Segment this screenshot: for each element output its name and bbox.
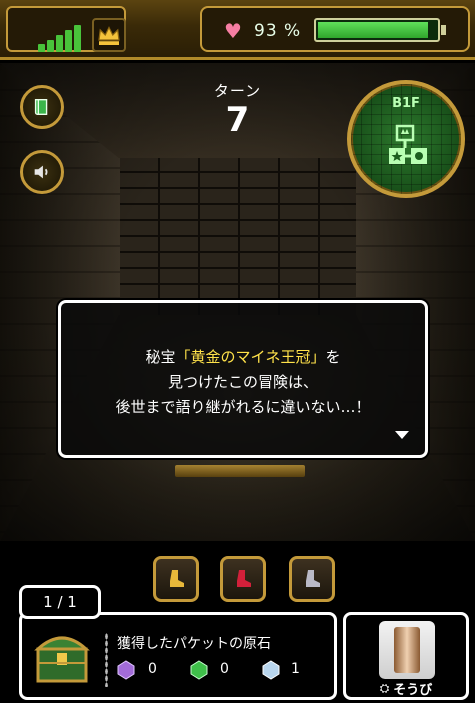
red-boot-icon <box>237 570 251 587</box>
green-gem-count: 0 <box>220 661 229 677</box>
equip-button[interactable]: ⛭ そうび <box>343 612 469 700</box>
hp-bar-fill <box>318 22 428 38</box>
floor-label: B1F <box>392 96 420 111</box>
signal-icon <box>38 24 84 52</box>
treasure-counter: 1 / 1 <box>19 585 101 619</box>
heart-icon: ♥ <box>224 19 242 43</box>
equipment-card <box>379 621 435 679</box>
item-slot-silver[interactable] <box>289 556 335 602</box>
loot-title: 獲得したパケットの原石 <box>117 636 271 652</box>
gold-boot-icon <box>170 570 184 587</box>
speaker-icon <box>34 165 48 179</box>
dialogue-line-2: 見つけたこの冒険は、 <box>167 373 318 391</box>
green-gem-icon <box>190 660 208 680</box>
sound-button[interactable] <box>20 150 64 194</box>
blue-gem-icon <box>262 660 280 680</box>
minimap[interactable]: B1F <box>347 80 465 198</box>
treasure-chest-icon <box>34 636 90 683</box>
map-rooms-icon <box>389 124 427 164</box>
purple-gem-count: 0 <box>148 661 157 677</box>
dialogue-line-1: 秘宝「黄金のマイネ王冠」を <box>145 348 341 366</box>
hp-bar <box>314 18 446 42</box>
dialogue-box[interactable]: 秘宝「黄金のマイネ王冠」を 見つけたこの冒険は、 後世まで語り継がれるに違いない… <box>58 300 428 458</box>
hp-panel: ♥ 93 % <box>200 6 470 52</box>
signal-panel <box>6 6 126 52</box>
top-status-bar: ♥ 93 % <box>0 0 475 60</box>
item-slot-gold[interactable] <box>153 556 199 602</box>
dialogue-line-3: 後世まで語り継がれるに違いない…！ <box>115 398 371 416</box>
treasure-name: 「黄金のマイネ王冠」 <box>175 348 326 366</box>
hp-percent-text: 93 % <box>254 21 302 41</box>
crown-icon <box>98 26 120 45</box>
crown-button[interactable] <box>92 18 126 52</box>
battery-cap <box>441 25 446 35</box>
equip-label: そうび <box>393 683 433 698</box>
silver-boot-icon <box>306 570 320 587</box>
item-slot-red[interactable] <box>220 556 266 602</box>
loot-panel: 獲得したパケットの原石 0 0 1 <box>19 612 337 700</box>
blue-gem-count: 1 <box>291 661 300 677</box>
purple-gem-icon <box>117 660 135 680</box>
equip-icon: ⛭ <box>379 681 390 695</box>
next-arrow-icon <box>395 431 409 439</box>
